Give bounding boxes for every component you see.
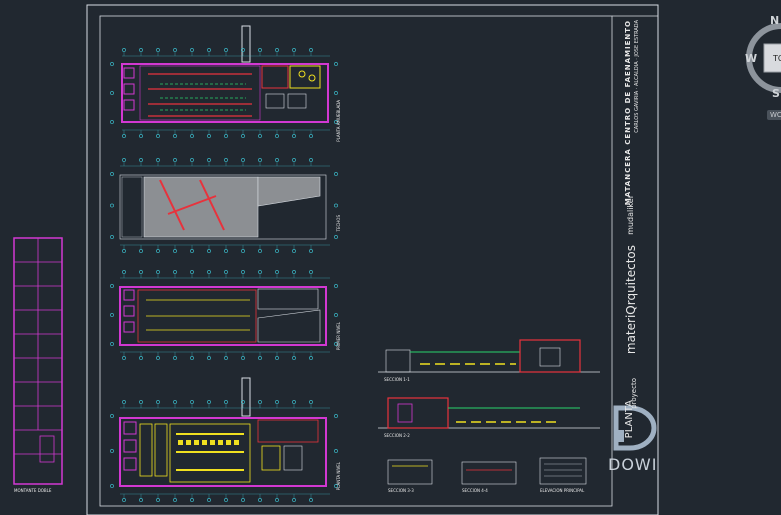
- viewcube-top-face[interactable]: TO: [770, 53, 781, 64]
- sheet-outer-frame: [86, 4, 659, 515]
- elevacion-principal: [539, 457, 587, 485]
- plan-label-techos: TECHOS: [336, 215, 341, 232]
- plan-amueblada: [121, 25, 330, 131]
- compass-south[interactable]: S: [772, 87, 780, 100]
- section-label-3-3: SECCION 3-3: [388, 488, 414, 493]
- watermark-text: DOWI: [608, 455, 658, 474]
- plan-nivel: [119, 377, 330, 495]
- plan-primer-nivel: [119, 277, 330, 353]
- section-1-1: [378, 339, 600, 373]
- section-2-2: [378, 397, 600, 429]
- compass-west[interactable]: W: [745, 52, 757, 65]
- section-label-4-4: SECCION 4-4: [462, 488, 488, 493]
- title-project: MATANCERA CENTRO DE FAENAMIENTO: [624, 20, 632, 206]
- small-plan-label: MONTANTE DOBLE: [14, 488, 52, 493]
- watermark-logo: [613, 405, 657, 451]
- title-subtitle: CARLOS GAVIRIA · ALCALDIA · JOSE ESTRADA: [634, 20, 640, 133]
- plan-label-primer-nivel: PRIMER NIVEL: [336, 322, 341, 351]
- title-planta-word: PLANTA: [624, 400, 635, 439]
- ucs-menu[interactable]: WCS: [767, 110, 781, 120]
- plan-label-nivel: PLANTA NIVEL: [336, 462, 341, 491]
- compass-north[interactable]: N: [770, 14, 779, 27]
- title-designer: mudaliker: [626, 195, 635, 235]
- plan-label-amueblada: PLANTA AMUEBLADA: [336, 100, 341, 142]
- section-4-4: [461, 461, 517, 485]
- section-label-1-1: SECCION 1-1: [384, 377, 410, 382]
- section-label-elevacion: ELEVACION PRINCIPAL: [540, 488, 585, 493]
- section-label-2-2: SECCION 2-2: [384, 433, 410, 438]
- small-plan: [13, 237, 63, 485]
- plan-techos: [119, 165, 330, 246]
- section-3-3: [387, 459, 433, 485]
- title-firm: materiQrquitectos: [624, 245, 638, 355]
